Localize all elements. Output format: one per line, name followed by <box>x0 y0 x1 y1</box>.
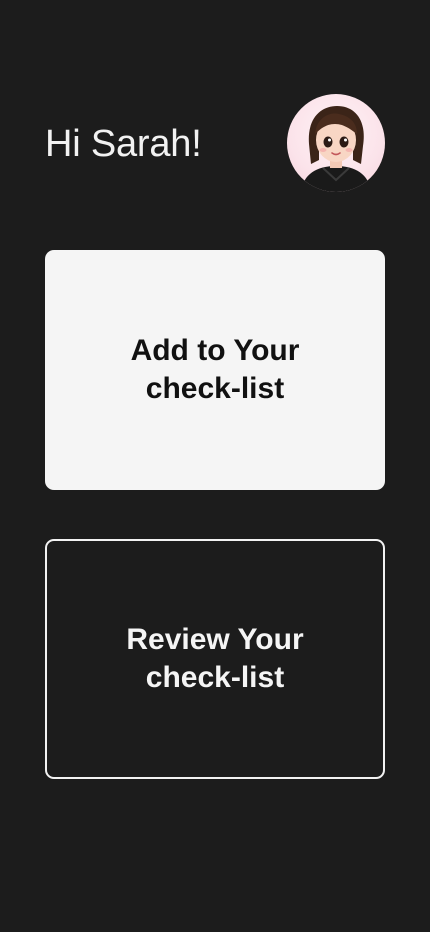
review-checklist-button[interactable]: Review Your check-list <box>45 539 385 779</box>
add-to-checklist-label: Add to Your check-list <box>130 334 300 405</box>
user-avatar-icon <box>301 106 371 192</box>
greeting-title: Hi Sarah! <box>45 123 202 165</box>
review-checklist-label: Review Your check-list <box>126 623 304 694</box>
user-avatar[interactable] <box>287 94 385 192</box>
add-to-checklist-button[interactable]: Add to Your check-list <box>45 250 385 490</box>
